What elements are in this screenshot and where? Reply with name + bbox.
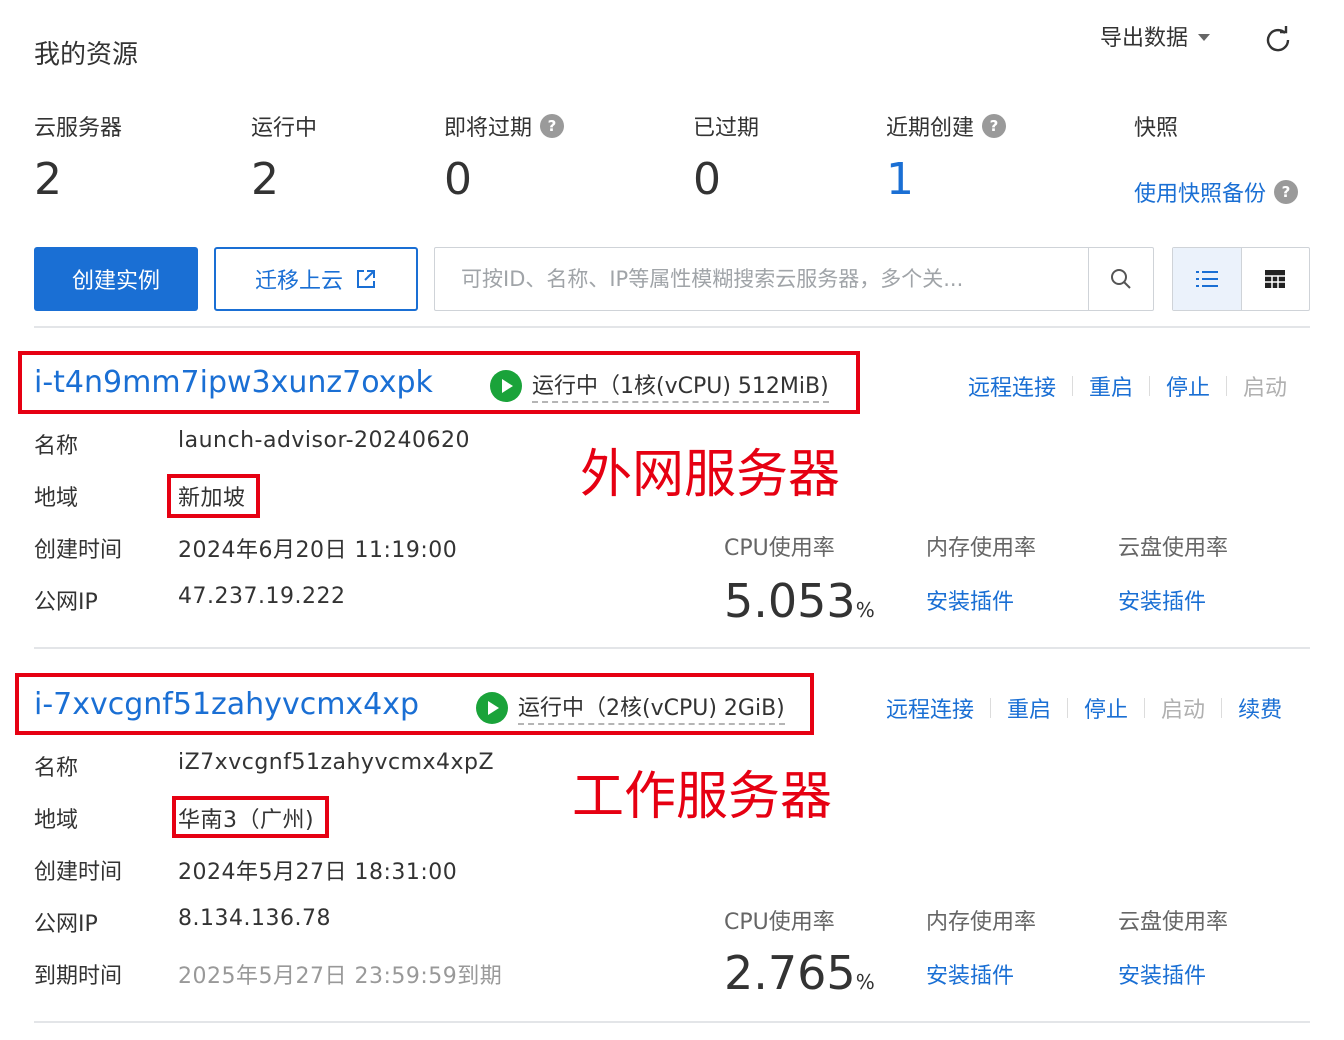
divider	[34, 1021, 1310, 1023]
action-separator	[1221, 698, 1223, 718]
divider	[34, 647, 1310, 649]
install-plugin-link[interactable]: 安装插件	[926, 958, 1014, 990]
annotation-box	[172, 796, 329, 838]
instance-name: launch-advisor-20240620	[178, 428, 471, 453]
install-plugin-link[interactable]: 安装插件	[926, 584, 1014, 616]
annotation-box	[167, 474, 260, 518]
instance-actions: 远程连接 重启 停止 启动 续费	[886, 692, 1282, 724]
search-box	[434, 247, 1154, 311]
start-button: 启动	[1243, 376, 1288, 401]
snapshot-backup-link[interactable]: 使用快照备份 ?	[1134, 176, 1299, 208]
annotation-text: 工作服务器	[572, 767, 833, 827]
refresh-icon	[1266, 26, 1290, 52]
list-icon	[1195, 271, 1218, 287]
instance-public-ip: 8.134.136.78	[178, 906, 331, 931]
field-label-ip: 公网IP	[34, 912, 98, 937]
reboot-button[interactable]: 重启	[1089, 370, 1133, 402]
stat-expired-label: 已过期	[693, 116, 760, 141]
stat-expiring-value[interactable]: 0	[444, 154, 472, 205]
remote-connect-button[interactable]: 远程连接	[968, 370, 1056, 402]
field-label-ip: 公网IP	[34, 590, 98, 615]
instance-name: iZ7xvcgnf51zahyvcmx4xpZ	[178, 750, 495, 775]
stat-servers-label: 云服务器	[34, 116, 123, 141]
table-icon	[1265, 270, 1286, 288]
remote-connect-button[interactable]: 远程连接	[886, 692, 974, 724]
stat-expiring-label: 即将过期 ?	[444, 110, 565, 142]
page-title: 我的资源	[34, 40, 139, 70]
mem-usage-label: 内存使用率	[926, 536, 1037, 561]
export-data-label: 导出数据	[1100, 26, 1189, 51]
stat-servers-value[interactable]: 2	[34, 154, 62, 205]
annotation-box	[15, 673, 814, 735]
instance-created: 2024年5月27日 18:31:00	[178, 860, 458, 885]
cpu-usage-value: 5.053%	[724, 574, 875, 628]
migrate-button[interactable]: 迁移上云	[214, 247, 418, 311]
table-view-button[interactable]	[1242, 248, 1310, 310]
action-separator	[1067, 698, 1069, 718]
export-data-dropdown[interactable]: 导出数据	[1100, 20, 1211, 52]
field-label-created: 创建时间	[34, 538, 123, 563]
instance-created: 2024年6月20日 11:19:00	[178, 538, 458, 563]
mem-usage-label: 内存使用率	[926, 910, 1037, 935]
field-label-region: 地域	[34, 808, 79, 833]
search-input[interactable]	[435, 248, 1088, 310]
help-icon[interactable]: ?	[982, 114, 1007, 138]
cpu-usage-label: CPU使用率	[724, 536, 835, 561]
action-separator	[1144, 698, 1146, 718]
field-label-name: 名称	[34, 434, 79, 459]
annotation-box	[18, 351, 860, 414]
search-button[interactable]	[1088, 248, 1153, 310]
field-label-created: 创建时间	[34, 860, 123, 885]
list-view-button[interactable]	[1173, 248, 1242, 310]
action-separator	[1149, 376, 1151, 396]
action-separator	[990, 698, 992, 718]
stop-button[interactable]: 停止	[1166, 370, 1210, 402]
field-label-region: 地域	[34, 486, 79, 511]
field-label-name: 名称	[34, 756, 79, 781]
stat-recent-value[interactable]: 1	[886, 154, 914, 205]
instance-public-ip: 47.237.19.222	[178, 584, 346, 609]
help-icon[interactable]: ?	[540, 114, 565, 138]
divider	[34, 326, 1310, 328]
action-separator	[1226, 376, 1228, 396]
caret-down-icon	[1198, 33, 1211, 41]
disk-usage-label: 云盘使用率	[1118, 910, 1229, 935]
install-plugin-link[interactable]: 安装插件	[1118, 958, 1206, 990]
renew-button[interactable]: 续费	[1238, 692, 1282, 724]
stat-recent-label: 近期创建 ?	[886, 110, 1007, 142]
start-button: 启动	[1161, 698, 1206, 723]
annotation-text: 外网服务器	[580, 445, 841, 505]
reboot-button[interactable]: 重启	[1007, 692, 1051, 724]
create-instance-button[interactable]: 创建实例	[34, 247, 198, 311]
field-label-expire: 到期时间	[34, 964, 123, 989]
stat-expired-value[interactable]: 0	[693, 154, 721, 205]
refresh-button[interactable]	[1262, 24, 1294, 56]
stat-running-value[interactable]: 2	[251, 154, 279, 205]
stat-snapshot-label: 快照	[1134, 116, 1179, 141]
instance-actions: 远程连接 重启 停止 启动	[968, 370, 1287, 402]
stop-button[interactable]: 停止	[1084, 692, 1128, 724]
stat-running-label: 运行中	[251, 116, 318, 141]
search-icon	[1111, 269, 1131, 289]
action-separator	[1072, 376, 1074, 396]
install-plugin-link[interactable]: 安装插件	[1118, 584, 1206, 616]
external-link-icon	[357, 270, 375, 288]
cpu-usage-value: 2.765%	[724, 946, 875, 1000]
instance-expire: 2025年5月27日 23:59:59到期	[178, 964, 503, 989]
view-toggle	[1172, 247, 1310, 311]
disk-usage-label: 云盘使用率	[1118, 536, 1229, 561]
cpu-usage-label: CPU使用率	[724, 910, 835, 935]
help-icon[interactable]: ?	[1274, 180, 1299, 204]
